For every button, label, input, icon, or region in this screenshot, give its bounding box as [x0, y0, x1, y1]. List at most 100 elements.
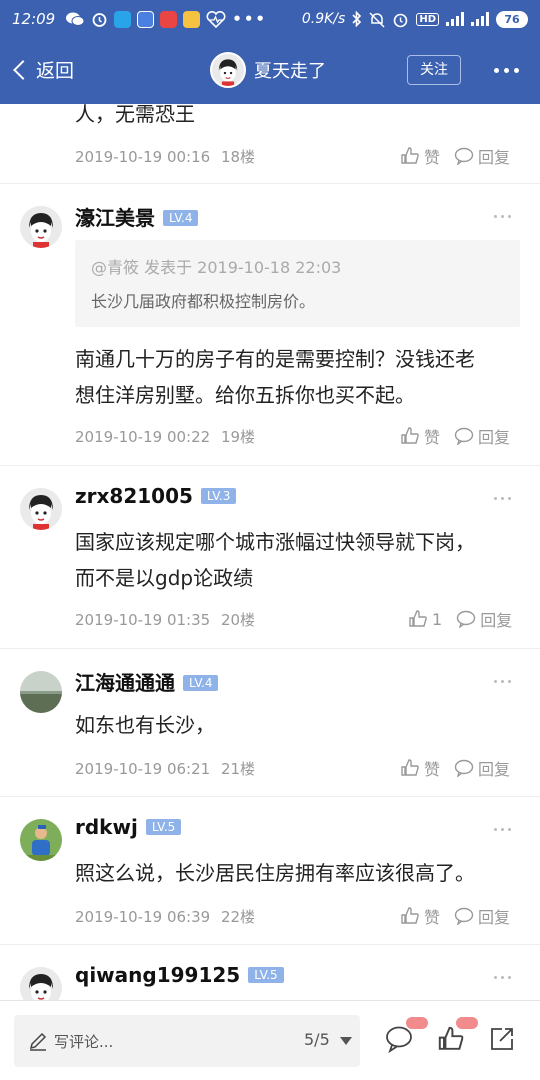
- list-item: 濠江美景 LV.4 @青筱 发表于 2019-10-18 22:03 长沙几届政府…: [0, 184, 540, 466]
- comment-text: 南通几十万的房子有的是需要控制？没钱还老 想住洋房别墅。给你五拆你也买不起。: [75, 341, 525, 413]
- nav-bar: 返回 夏天走了 关注: [0, 38, 540, 104]
- author-avatar[interactable]: [210, 52, 246, 88]
- alarm-clock-icon: [394, 13, 408, 27]
- list-item: 江海通通通 LV.4 如东也有长沙， 2019-10-19 06:21 21楼 赞…: [0, 649, 540, 797]
- battery-indicator: 76: [496, 10, 528, 28]
- reply-label: 回复: [478, 760, 511, 779]
- comment-date: 2019-10-19 00:22: [75, 428, 211, 446]
- username[interactable]: 江海通通通 LV.4: [75, 667, 219, 696]
- comment-text: 如东也有长沙，: [75, 707, 525, 743]
- comment-meta: 2019-10-19 06:21 21楼: [75, 758, 255, 779]
- comment-line: 如东也有长沙，: [75, 713, 215, 737]
- level-badge: LV.5: [248, 966, 284, 983]
- app-icon-house: [160, 10, 178, 28]
- reply-button[interactable]: 回复: [454, 144, 510, 168]
- follow-button[interactable]: 关注: [407, 55, 461, 85]
- reply-bubble-icon: [454, 427, 474, 445]
- like-button[interactable]: 赞: [400, 756, 440, 780]
- comment-input[interactable]: 写评论... 5/5: [14, 1015, 360, 1067]
- app-icon-compass: [114, 10, 132, 28]
- thumbs-up-icon: [409, 610, 427, 627]
- username-text: 濠江美景: [75, 206, 155, 230]
- reply-button[interactable]: 回复: [454, 756, 510, 780]
- floor-number: 18楼: [220, 148, 256, 166]
- notification-icons: [65, 10, 226, 28]
- comment-line: 想住洋房别墅。给你五拆你也买不起。: [75, 383, 415, 407]
- avatar[interactable]: [20, 819, 62, 861]
- level-badge: LV.3: [200, 487, 237, 504]
- thumbs-up-icon: [401, 147, 419, 164]
- comment-text: 照这么说，长沙居民住房拥有率应该很高了。: [75, 855, 525, 891]
- reply-label: 回复: [478, 428, 511, 447]
- reply-button[interactable]: 回复: [456, 607, 512, 631]
- like-label: 赞: [424, 148, 441, 167]
- comment-date: 2019-10-19 01:35: [75, 611, 211, 629]
- cartoon-face-icon: [20, 488, 62, 530]
- username-text: rdkwj: [75, 815, 138, 839]
- pen-icon: [29, 1032, 47, 1051]
- item-more-icon[interactable]: [494, 497, 511, 500]
- floor-number: 21楼: [220, 760, 256, 778]
- back-button[interactable]: 返回: [10, 56, 74, 83]
- quoted-reply[interactable]: @青筱 发表于 2019-10-18 22:03 长沙几届政府都积极控制房价。: [75, 240, 520, 327]
- thumbs-up-icon: [401, 759, 419, 776]
- like-button[interactable]: 赞: [400, 904, 440, 928]
- author-header[interactable]: 夏天走了: [210, 52, 326, 88]
- reply-button[interactable]: 回复: [454, 904, 510, 928]
- like-post-button[interactable]: [436, 1017, 478, 1057]
- username[interactable]: qiwang199125 LV.5: [75, 963, 284, 987]
- item-more-icon[interactable]: [494, 828, 511, 831]
- cartoon-face-icon: [212, 54, 244, 86]
- level-badge: LV.5: [145, 818, 182, 835]
- avatar[interactable]: [20, 488, 62, 530]
- reply-bubble-icon: [454, 147, 474, 165]
- comment-list[interactable]: 人，无需恐王 2019-10-19 00:16 18楼 赞 回复 濠江美景 LV.…: [0, 104, 540, 1000]
- like-button[interactable]: 赞: [400, 144, 440, 168]
- avatar[interactable]: [20, 671, 62, 713]
- comment-date: 2019-10-19 00:16: [75, 148, 211, 166]
- notification-badge: [456, 1017, 478, 1029]
- status-bar: 12:09 ••• 0.9K/s HD 76: [0, 0, 540, 38]
- comment-placeholder: 写评论...: [54, 1033, 114, 1051]
- username[interactable]: zrx821005 LV.3: [75, 484, 237, 508]
- item-more-icon[interactable]: [494, 976, 511, 979]
- chevron-left-icon: [13, 59, 33, 80]
- cartoon-face-icon: [20, 206, 62, 248]
- share-button[interactable]: [488, 1025, 516, 1057]
- like-button[interactable]: 1: [408, 609, 442, 629]
- comment-line: 国家应该规定哪个城市涨幅过快领导就下岗，: [75, 530, 475, 554]
- reply-label: 回复: [478, 908, 511, 927]
- comment-meta: 2019-10-19 01:35 20楼: [75, 609, 255, 630]
- like-button[interactable]: 赞: [400, 424, 440, 448]
- nav-title: 夏天走了: [254, 61, 326, 82]
- avatar[interactable]: [20, 206, 62, 248]
- more-options-icon[interactable]: [494, 68, 519, 73]
- comment-meta: 2019-10-19 06:39 22楼: [75, 906, 255, 927]
- list-item: qiwang199125 LV.5: [0, 945, 540, 1000]
- landscape-photo-icon: [20, 671, 62, 713]
- page-indicator[interactable]: 5/5: [304, 1030, 330, 1049]
- username[interactable]: rdkwj LV.5: [75, 815, 182, 839]
- avatar[interactable]: [20, 967, 62, 1000]
- thumbs-up-icon: [438, 1026, 464, 1050]
- reply-button[interactable]: 回复: [454, 424, 510, 448]
- reply-bubble-icon: [454, 759, 474, 777]
- comments-button[interactable]: [384, 1017, 428, 1057]
- comment-text: 国家应该规定哪个城市涨幅过快领导就下岗， 而不是以gdp论政绩: [75, 524, 525, 596]
- caret-down-icon[interactable]: [340, 1037, 352, 1045]
- item-more-icon[interactable]: [494, 215, 511, 218]
- comment-actions: 赞 回复: [400, 144, 510, 168]
- quote-header: @青筱 发表于 2019-10-18 22:03: [91, 258, 342, 277]
- mute-bell-icon: [369, 11, 385, 28]
- username[interactable]: 濠江美景 LV.4: [75, 202, 199, 231]
- comment-meta: 2019-10-19 00:22 19楼: [75, 426, 255, 447]
- reply-bubble-icon: [456, 610, 476, 628]
- cartoon-face-icon: [20, 967, 62, 1000]
- alarm-icon: [92, 12, 107, 27]
- level-badge: LV.4: [163, 209, 199, 226]
- like-count: 1: [432, 609, 443, 629]
- comment-actions: 赞 回复: [400, 756, 510, 780]
- network-speed: 0.9K/s: [301, 11, 346, 27]
- bottom-bar: 写评论... 5/5: [0, 1000, 540, 1080]
- item-more-icon[interactable]: [494, 680, 511, 683]
